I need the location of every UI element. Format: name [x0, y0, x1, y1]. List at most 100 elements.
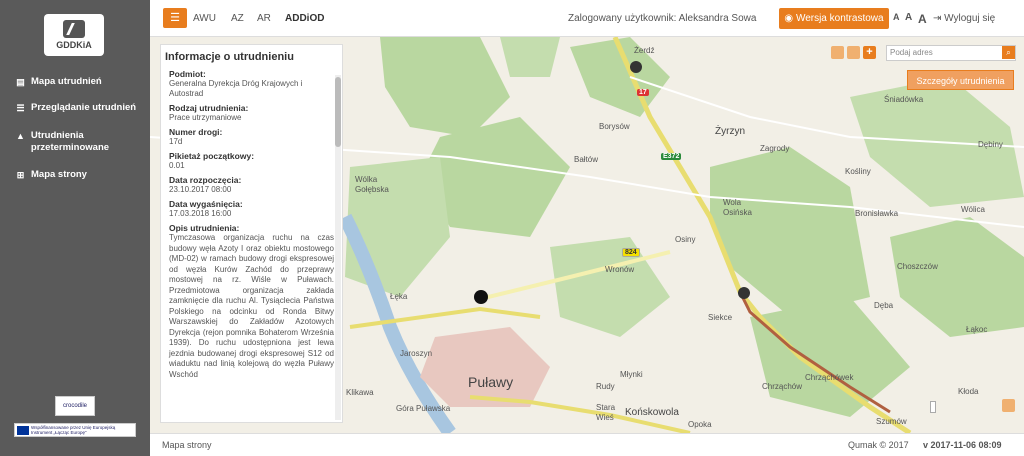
plus-icon: +	[866, 46, 873, 58]
road-label-e372: E372	[661, 153, 682, 160]
map-place: Borysów	[599, 122, 630, 131]
map-place: Opoka	[688, 420, 712, 429]
sidebar: GDDKiA ▤ Mapa utrudnień ☰ Przeglądanie u…	[0, 0, 150, 456]
map-place: Dębiny	[978, 140, 1003, 149]
field-label: Data rozpoczęcia:	[169, 175, 242, 185]
field-description: Opis utrudnienia: Tymczasowa organizacja…	[161, 223, 342, 380]
sidebar-item-browse[interactable]: ☰ Przeglądanie utrudnień	[16, 102, 141, 114]
field-road-number: Numer drogi: 17d	[161, 127, 342, 147]
legend-button[interactable]	[847, 46, 860, 59]
map-place: Wola Osińska	[723, 198, 752, 217]
map-place: Żerdź	[634, 46, 655, 55]
hamburger-icon: ☰	[170, 12, 180, 24]
print-button[interactable]	[1002, 399, 1015, 412]
search-icon: ⌕	[1006, 48, 1011, 57]
lang-az[interactable]: AZ	[231, 13, 244, 24]
field-entity: Podmiot: Generalna Dyrekcja Dróg Krajowy…	[161, 69, 342, 99]
font-size-medium[interactable]: A	[905, 12, 912, 23]
sidebar-item-label: Mapa utrudnień	[31, 76, 102, 87]
incident-info-panel: Informacje o utrudnieniu Podmiot: Genera…	[160, 44, 343, 423]
map-place: Młynki	[620, 370, 643, 379]
field-value: 0.01	[169, 161, 185, 170]
menu-button[interactable]: ☰	[163, 8, 187, 28]
gddkia-logo-mark	[63, 20, 85, 38]
crocodile-logo: crocodile	[55, 396, 95, 416]
map-place: Chrząchówek	[805, 373, 854, 382]
map-place: Wólka Gołębska	[355, 175, 389, 194]
address-search-input[interactable]: Podaj adres	[886, 45, 1016, 61]
eu-logo-text: Współfinansowane przez Unię Europejską I…	[31, 425, 116, 435]
panel-scrollbar[interactable]	[335, 75, 341, 420]
zoom-in-button[interactable]: +	[863, 46, 876, 59]
road-label-824: 824	[622, 248, 640, 257]
logged-user: Zalogowany użytkownik: Aleksandra Sowa	[568, 13, 757, 24]
map-place: Szumów	[876, 417, 907, 426]
field-label: Data wygaśnięcia:	[169, 199, 243, 209]
map-place: Góra Puławska	[396, 404, 451, 413]
eu-flag-icon	[17, 426, 29, 435]
map-place: Siekce	[708, 313, 733, 322]
map-place: Puławy	[468, 374, 514, 390]
eye-icon: ◉	[784, 13, 796, 24]
lang-addiod[interactable]: ADDiOD	[285, 13, 324, 24]
field-type: Rodzaj utrudnienia: Prace utrzymaniowe	[161, 103, 342, 123]
map-place: Stara Wieś	[596, 403, 616, 422]
lang-ar[interactable]: AR	[257, 13, 271, 24]
map-place: Łąkoc	[966, 325, 988, 334]
sitemap-icon: ⊞	[16, 170, 25, 180]
lang-awu[interactable]: AWU	[193, 13, 216, 24]
map-place: Śniadówka	[884, 95, 924, 104]
map-place: Końskowola	[625, 407, 679, 418]
topbar: ☰ AWU AZ AR ADDiOD Zalogowany użytkownik…	[150, 0, 1024, 37]
field-start-date: Data rozpoczęcia: 23.10.2017 08:00	[161, 175, 342, 195]
font-size-small[interactable]: A	[893, 12, 900, 22]
field-label: Opis utrudnienia:	[169, 223, 240, 233]
field-value: 17d	[169, 137, 183, 146]
eu-logo: Współfinansowane przez Unię Europejską I…	[14, 423, 136, 437]
contrast-button[interactable]: ◉ Wersja kontrastowa	[779, 8, 889, 29]
font-size-large[interactable]: A	[918, 12, 927, 26]
contrast-label: Wersja kontrastowa	[795, 13, 884, 24]
sidebar-item-sitemap[interactable]: ⊞ Mapa strony	[16, 169, 141, 181]
sidebar-item-label: Utrudnienia przeterminowane	[30, 130, 110, 153]
map-place: Zagrody	[760, 144, 790, 153]
details-button[interactable]: Szczegóły utrudnienia	[907, 70, 1014, 90]
sidebar-item-expired[interactable]: ▲ Utrudnienia przeterminowane	[16, 130, 141, 154]
zoom-slider[interactable]	[930, 401, 936, 413]
field-value: 23.10.2017 08:00	[169, 185, 232, 194]
map-icon: ▤	[16, 77, 25, 87]
logout-label: Wyloguj się	[944, 13, 996, 24]
map-place: Żyrzyn	[715, 126, 745, 137]
map-place: Bałtów	[574, 155, 599, 164]
search-button[interactable]: ⌕	[1002, 46, 1015, 59]
map-place: Jaroszyn	[400, 349, 433, 358]
field-label: Podmiot:	[169, 69, 206, 79]
scrollbar-thumb[interactable]	[335, 77, 341, 147]
logout-link[interactable]: ⇥ Wyloguj się	[933, 13, 995, 24]
sidebar-item-label: Mapa strony	[31, 169, 87, 180]
map-place: Dęba	[874, 301, 894, 310]
field-value: Generalna Dyrekcja Dróg Krajowych i Auto…	[169, 79, 303, 98]
field-start-chainage: Pikietaż początkowy: 0.01	[161, 151, 342, 171]
field-label: Pikietaż początkowy:	[169, 151, 255, 161]
map-place: Klikawa	[346, 388, 374, 397]
map-place: Wronów	[605, 265, 635, 274]
crocodile-logo-text: crocodile	[62, 403, 87, 409]
map-place: Łęka	[390, 292, 408, 301]
footer-sitemap-link[interactable]: Mapa strony	[162, 440, 212, 450]
field-end-date: Data wygaśnięcia: 17.03.2018 16:00	[161, 199, 342, 219]
field-value: Tymczasowa organizacja ruchu na czas bud…	[169, 233, 334, 379]
map-place: Rudy	[596, 382, 615, 391]
footer-copyright: Qumak © 2017	[848, 440, 909, 450]
gddkia-logo[interactable]: GDDKiA	[44, 14, 104, 56]
road-label-17: 17	[637, 89, 649, 96]
layers-button[interactable]	[831, 46, 844, 59]
warning-icon: ▲	[16, 131, 25, 141]
map-place: Kłoda	[958, 387, 979, 396]
footer: Mapa strony Qumak © 2017 v 2017-11-06 08…	[150, 433, 1024, 456]
field-label: Rodzaj utrudnienia:	[169, 103, 249, 113]
sidebar-item-map[interactable]: ▤ Mapa utrudnień	[16, 76, 141, 88]
logo-text: GDDKiA	[56, 40, 92, 50]
field-label: Numer drogi:	[169, 127, 223, 137]
panel-title: Informacje o utrudnieniu	[165, 51, 294, 63]
